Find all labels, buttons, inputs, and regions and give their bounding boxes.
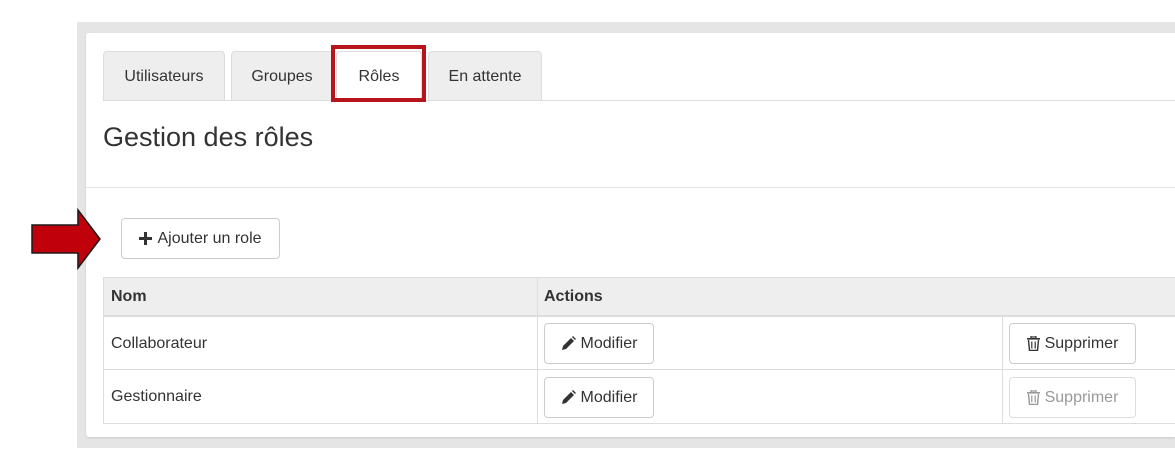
- table-header: Nom Actions: [104, 278, 1175, 317]
- plus-icon: [139, 232, 153, 245]
- role-name: Gestionnaire: [111, 388, 202, 405]
- active-tab-highlight: [331, 45, 426, 102]
- edit-label: Modifier: [580, 334, 638, 352]
- arrow-right-icon: [31, 208, 101, 270]
- column-header-nom: Nom: [111, 288, 147, 305]
- add-role-label: Ajouter un role: [157, 229, 262, 247]
- edit-label: Modifier: [580, 388, 638, 406]
- role-name: Collaborateur: [111, 335, 208, 352]
- trash-icon: [1026, 336, 1040, 351]
- column-header-actions: Actions: [544, 288, 603, 305]
- tab-groupes[interactable]: Groupes: [231, 51, 333, 100]
- delete-button[interactable]: Supprimer: [1009, 323, 1136, 364]
- page-title: Gestion des rôles: [103, 122, 314, 152]
- trash-icon: [1026, 390, 1040, 405]
- tab-utilisateurs[interactable]: Utilisateurs: [103, 51, 225, 100]
- pencil-icon: [561, 390, 576, 405]
- edit-button[interactable]: Modifier: [544, 323, 654, 364]
- header-divider: [86, 187, 1175, 188]
- edit-button[interactable]: Modifier: [544, 377, 654, 418]
- tab-en-attente[interactable]: En attente: [428, 51, 542, 100]
- delete-button-disabled: Supprimer: [1009, 377, 1136, 418]
- page: Utilisateurs Groupes Rôles En attente Ge…: [0, 0, 1175, 469]
- delete-label: Supprimer: [1044, 334, 1119, 352]
- pencil-icon: [561, 336, 576, 351]
- delete-label: Supprimer: [1044, 388, 1119, 406]
- add-role-button[interactable]: Ajouter un role: [121, 218, 280, 259]
